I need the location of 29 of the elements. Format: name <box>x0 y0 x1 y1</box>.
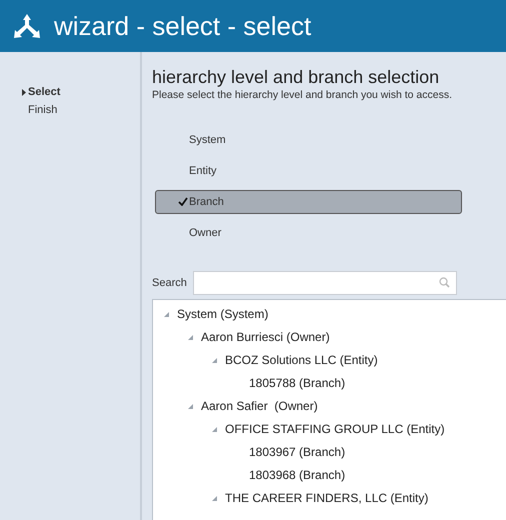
tree-item[interactable]: 1805788 (Branch) <box>249 374 346 392</box>
wizard-step[interactable]: Finish <box>22 102 140 118</box>
page-heading: hierarchy level and branch selection <box>152 66 440 88</box>
level-option[interactable]: System <box>155 128 462 152</box>
search-label: Search <box>152 276 187 290</box>
search-icon <box>438 277 450 288</box>
tree-item[interactable]: System (System) <box>177 305 268 324</box>
search-field[interactable] <box>192 270 457 295</box>
page-description: Please select the hierarchy level and branch you wish to access. <box>152 88 453 103</box>
level-option[interactable]: Entity <box>155 158 462 183</box>
expand-toggle-icon[interactable] <box>163 310 170 318</box>
expand-toggle-icon[interactable] <box>187 334 194 341</box>
window-title: wizard - select - select <box>54 10 312 42</box>
expand-toggle-icon[interactable] <box>211 494 218 502</box>
tree-item[interactable]: THE CAREER FINDERS, LLC (Entity) <box>225 489 428 508</box>
tree-item[interactable]: BCOZ Solutions LLC (Entity) <box>225 351 378 370</box>
tree-item[interactable]: 1803968 (Branch) <box>249 466 346 484</box>
caret-icon <box>22 88 26 96</box>
tree-item[interactable]: OFFICE STAFFING GROUP LLC (Entity) <box>225 420 445 438</box>
expand-toggle-icon[interactable] <box>211 426 218 433</box>
checkmark-icon <box>178 197 188 206</box>
wizard-step[interactable]: Select <box>22 84 140 100</box>
tree-item[interactable]: Aaron Burriesci (Owner) <box>201 328 330 346</box>
tree-item[interactable]: Aaron Safier (Owner) <box>201 397 318 416</box>
level-option[interactable]: Branch <box>155 190 462 214</box>
level-option[interactable]: Owner <box>155 220 462 245</box>
expand-toggle-icon[interactable] <box>187 402 194 410</box>
tree-item[interactable]: 1803967 (Branch) <box>249 443 346 462</box>
expand-toggle-icon[interactable] <box>211 356 218 364</box>
